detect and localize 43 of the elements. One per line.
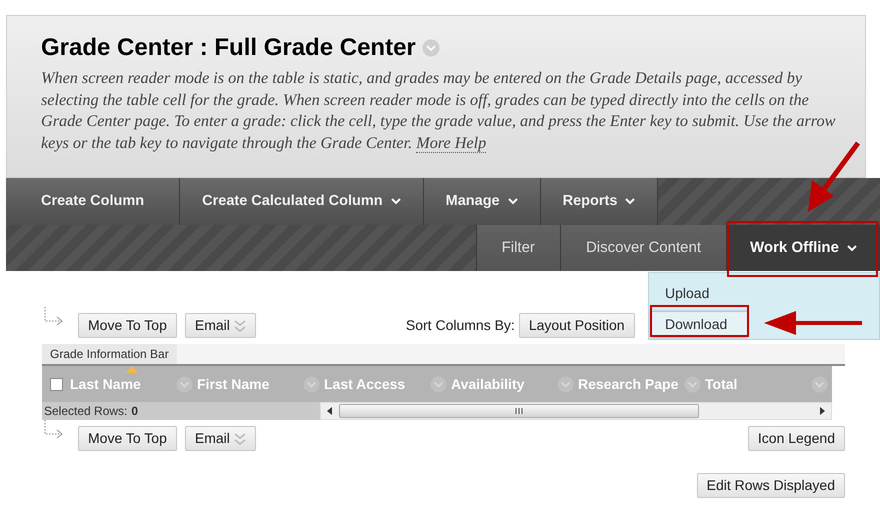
email-button[interactable]: Email [184, 313, 256, 338]
scrollbar-thumb[interactable] [339, 404, 699, 418]
edit-rows-button[interactable]: Edit Rows Displayed [696, 473, 845, 498]
page-description: When screen reader mode is on the table is static, and grades may be entered on the Grade Details page, accessed by selecting the table cell for the grade. When screen reader mode is off, grades can be typed directly into the cells on the Grade Center page. To enter a grade: click the cell, type the grade value, and press the Enter key to submit. Use the arrow keys or the tab key to navigate through the Grade Center. More Help [41, 68, 836, 154]
more-help-link[interactable]: More Help [416, 134, 486, 152]
chevron-down-icon [390, 198, 401, 205]
icon-legend-button[interactable]: Icon Legend [748, 426, 845, 451]
action-bar-tab[interactable]: Filter [476, 225, 560, 271]
chevron-circle-icon[interactable] [176, 376, 193, 392]
chevron-circle-icon[interactable] [430, 376, 447, 392]
horizontal-scrollbar[interactable] [320, 402, 832, 420]
move-to-top-button[interactable]: Move To Top [78, 426, 177, 451]
grade-information-tab[interactable]: Grade Information Bar [42, 344, 177, 364]
select-all-checkbox[interactable] [50, 378, 62, 390]
chevron-circle-icon[interactable] [811, 376, 828, 392]
sort-dropdown[interactable]: Layout Position [518, 313, 635, 338]
email-button[interactable]: Email [184, 426, 256, 451]
action-bar-button[interactable]: Reports [540, 178, 658, 225]
double-chevron-icon [234, 432, 246, 446]
chevron-down-icon [508, 198, 518, 205]
selected-rows-label: Selected Rows: [44, 403, 128, 420]
annotation-arrow [808, 142, 860, 212]
selected-rows-count: 0 [131, 403, 138, 420]
chevron-down-icon [625, 198, 636, 205]
corner-arrow-icon [42, 307, 64, 327]
corner-arrow-icon [42, 420, 64, 440]
action-bar-tab[interactable]: Work Offline [726, 225, 880, 271]
action-bar-button[interactable]: Create Column [6, 178, 180, 225]
chevron-circle-icon[interactable] [303, 376, 320, 392]
menu-item[interactable]: Upload [651, 281, 747, 306]
action-bar-button[interactable]: Manage [424, 178, 541, 225]
page-title: Grade Center : Full Grade Center [41, 33, 416, 63]
move-to-top-button[interactable]: Move To Top [78, 313, 177, 338]
action-bar-button[interactable]: Create Calculated Column [180, 178, 424, 225]
grip-icon [515, 408, 523, 414]
sort-label: Sort Columns By: [406, 316, 515, 335]
double-chevron-icon [234, 318, 246, 332]
chevron-down-icon [846, 244, 857, 252]
chevron-circle-icon[interactable] [422, 39, 440, 57]
chevron-circle-icon[interactable] [684, 376, 701, 392]
menu-item[interactable]: Download [651, 312, 747, 337]
chevron-circle-icon[interactable] [557, 376, 574, 392]
action-bar-tab[interactable]: Discover Content [560, 225, 726, 271]
